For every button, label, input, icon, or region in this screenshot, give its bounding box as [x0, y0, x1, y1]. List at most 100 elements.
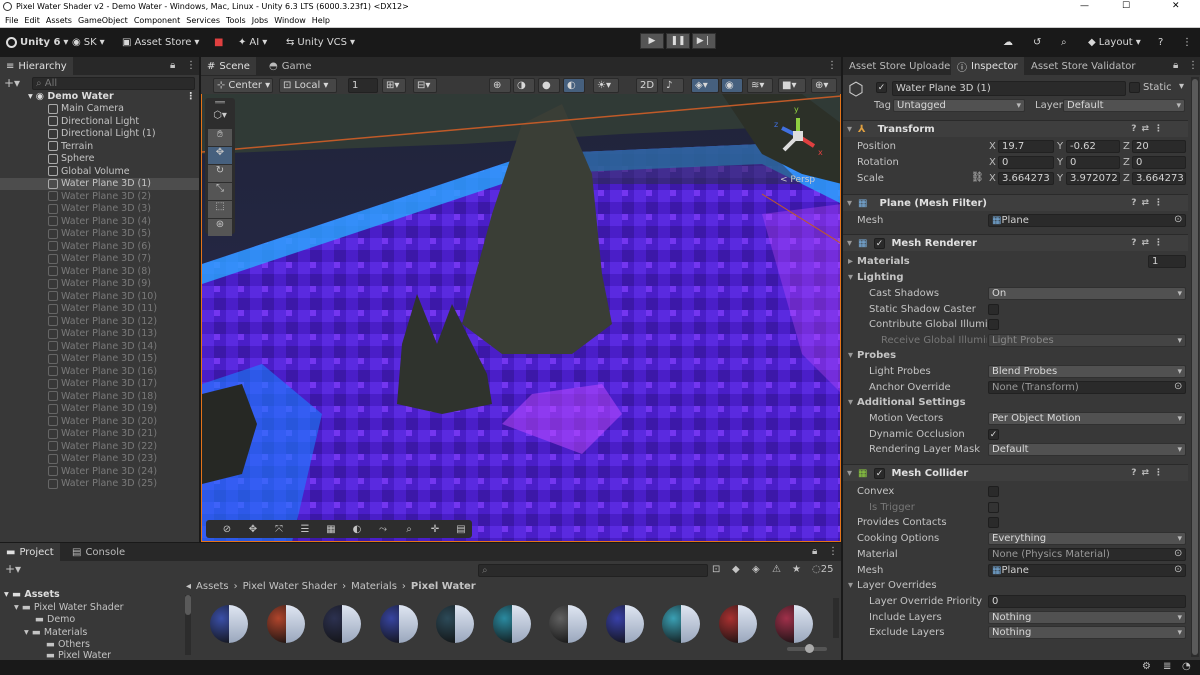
assets-scrollbar[interactable]	[833, 598, 839, 638]
search-by-label-icon[interactable]: ◆	[732, 564, 740, 575]
breadcrumb-pixel-water-shader[interactable]: Pixel Water Shader	[243, 581, 337, 592]
unity-vcs-button[interactable]: ⇆ Unity VCS ▾	[286, 34, 355, 50]
more-button[interactable]: ⋮	[1182, 34, 1192, 50]
mesh-filter-header[interactable]: ▾ ▦ Plane (Mesh Filter) ?⇄⋮	[843, 194, 1188, 211]
menu-services[interactable]: Services	[186, 16, 220, 25]
scale-y-input[interactable]: 3.972072	[1066, 172, 1120, 185]
material-thumbnail[interactable]	[659, 604, 703, 644]
hierarchy-item[interactable]: Water Plane 3D (3)	[0, 203, 199, 216]
layout-button[interactable]: ◆ Layout ▾	[1088, 34, 1141, 50]
camera-dropdown[interactable]: ■▾	[778, 78, 806, 93]
maximize-button[interactable]: ☐	[1122, 1, 1130, 11]
tab-game[interactable]: ◓ Game	[263, 57, 318, 75]
scene-root[interactable]: ▾ ◉ Demo Water ⋮	[0, 90, 199, 103]
inspector-scrollbar[interactable]	[1191, 77, 1199, 657]
hierarchy-item[interactable]: Water Plane 3D (20)	[0, 415, 199, 428]
slider-thumb[interactable]	[805, 644, 814, 653]
scale-tool-button[interactable]: ⤡	[208, 183, 232, 200]
cooking-options-dropdown[interactable]: Everything	[988, 532, 1186, 545]
tab-hierarchy[interactable]: ≡ Hierarchy	[0, 57, 73, 75]
snap-increment-input[interactable]: 1	[348, 78, 378, 93]
shading-lit-button[interactable]: ◐	[563, 78, 585, 93]
more-icon[interactable]: ⋮	[827, 60, 837, 71]
hierarchy-item[interactable]: Main Camera	[0, 103, 199, 116]
expand-arrow-icon[interactable]: ▾	[848, 397, 853, 408]
pivot-icon[interactable]: ✛	[424, 524, 446, 535]
mesh-collider-enabled-checkbox[interactable]: ✓	[874, 468, 885, 479]
tab-console[interactable]: ▤ Console	[66, 543, 131, 561]
hierarchy-item[interactable]: Water Plane 3D (15)	[0, 353, 199, 366]
convex-checkbox[interactable]	[988, 486, 999, 497]
hierarchy-item[interactable]: Water Plane 3D (17)	[0, 378, 199, 391]
component-actions-icon[interactable]: ?⇄⋮	[1131, 238, 1168, 248]
object-picker-icon[interactable]: ⊙	[1174, 214, 1182, 225]
menu-component[interactable]: Component	[134, 16, 180, 25]
hierarchy-item[interactable]: Water Plane 3D (7)	[0, 253, 199, 266]
scale-x-input[interactable]: 3.664273	[998, 172, 1054, 185]
asset-store-button[interactable]: ▣ Asset Store ▾	[122, 34, 199, 50]
orbit-icon[interactable]: ⊘	[216, 524, 238, 535]
hierarchy-item[interactable]: Global Volume	[0, 165, 199, 178]
snap-axis-icon[interactable]: ⤧	[268, 524, 290, 535]
mesh-renderer-header[interactable]: ▾ ▦ ✓ Mesh Renderer ?⇄⋮	[843, 234, 1188, 251]
project-search-input[interactable]: ⌕	[478, 564, 708, 577]
hierarchy-item[interactable]: Water Plane 3D (13)	[0, 328, 199, 341]
position-y-input[interactable]: -0.62	[1066, 140, 1120, 153]
lighting-toggle[interactable]: ☀▾	[593, 78, 619, 93]
favorite-icon[interactable]: ★	[792, 564, 801, 575]
scrollbar-thumb[interactable]	[185, 595, 191, 615]
hierarchy-item[interactable]: Water Plane 3D (5)	[0, 228, 199, 241]
hierarchy-item[interactable]: Directional Light (1)	[0, 128, 199, 141]
help-button[interactable]: ?	[1158, 34, 1163, 50]
create-asset-button[interactable]: +▾	[5, 562, 21, 576]
lock-icon[interactable]: 🔒︎	[1173, 60, 1178, 71]
static-shadow-checkbox[interactable]	[988, 304, 999, 315]
rotation-y-input[interactable]: 0	[1066, 156, 1120, 169]
history-button[interactable]: ↺	[1033, 34, 1041, 50]
hierarchy-item[interactable]: Sphere	[0, 153, 199, 166]
active-checkbox[interactable]: ✓	[876, 82, 887, 93]
hierarchy-item[interactable]: Water Plane 3D (9)	[0, 278, 199, 291]
material-thumbnail[interactable]	[716, 604, 760, 644]
breadcrumb-pixel-water[interactable]: Pixel Water	[411, 581, 476, 592]
menu-edit[interactable]: Edit	[24, 16, 40, 25]
collider-mesh-field[interactable]: ▦ Plane	[988, 564, 1186, 577]
physics-material-field[interactable]: None (Physics Material)	[988, 548, 1186, 561]
rendering-layer-mask-dropdown[interactable]: Default	[988, 443, 1186, 456]
mesh-collider-header[interactable]: ▾ ▦ ✓ Mesh Collider ?⇄⋮	[843, 464, 1188, 481]
material-thumbnail[interactable]	[772, 604, 816, 644]
probes-foldout[interactable]: Probes	[857, 350, 896, 361]
exclude-layers-dropdown[interactable]: Nothing	[988, 626, 1186, 639]
tag-dropdown[interactable]: Untagged	[893, 99, 1025, 112]
scrollbar-thumb[interactable]	[1192, 79, 1198, 655]
hierarchy-item[interactable]: Water Plane 3D (18)	[0, 390, 199, 403]
hierarchy-item[interactable]: Water Plane 3D (24)	[0, 465, 199, 478]
tab-asset-store-uploader[interactable]: Asset Store Uploader	[843, 57, 960, 75]
shading-wireframe-button[interactable]: ⊕	[489, 78, 511, 93]
menu-tools[interactable]: Tools	[226, 16, 246, 25]
debug-icon[interactable]: ⚙	[1142, 661, 1151, 672]
hierarchy-item[interactable]: Water Plane 3D (16)	[0, 365, 199, 378]
override-priority-input[interactable]: 0	[988, 595, 1186, 608]
more-icon[interactable]: ⋮	[1188, 60, 1198, 71]
account-button[interactable]: ◉ SK ▾	[72, 34, 105, 50]
scene-viewport[interactable]: ══ ⬡▾ ✋︎ ✥ ↻ ⤡ ⬚ ⊛ y x z < Persp ⊘ ✥ ⤧ ☰…	[201, 94, 841, 542]
tree-scrollbar[interactable]	[185, 595, 191, 655]
expand-arrow-icon[interactable]: ▾	[848, 580, 853, 591]
grid-snap-button[interactable]: ⊞▾	[382, 78, 406, 93]
warning-filter-icon[interactable]: ⚠	[772, 564, 781, 575]
menu-file[interactable]: File	[5, 16, 18, 25]
material-thumbnail[interactable]	[377, 604, 421, 644]
rect-tool-button[interactable]: ⬚	[208, 201, 232, 218]
minimize-button[interactable]: —	[1080, 1, 1089, 11]
materials-count-input[interactable]: 1	[1148, 255, 1186, 268]
more-icon[interactable]: ⋮	[186, 91, 196, 102]
breadcrumb-assets[interactable]: Assets	[196, 581, 229, 592]
cast-shadows-dropdown[interactable]: On	[988, 287, 1186, 300]
position-x-input[interactable]: 19.7	[998, 140, 1054, 153]
materials-foldout[interactable]: Materials	[857, 256, 910, 267]
layer-overrides-foldout[interactable]: Layer Overrides	[857, 580, 937, 591]
component-actions-icon[interactable]: ?⇄⋮	[1131, 468, 1168, 478]
link-icon[interactable]: ⛓︎	[971, 172, 984, 183]
audio-toggle[interactable]: ♪	[662, 78, 684, 93]
